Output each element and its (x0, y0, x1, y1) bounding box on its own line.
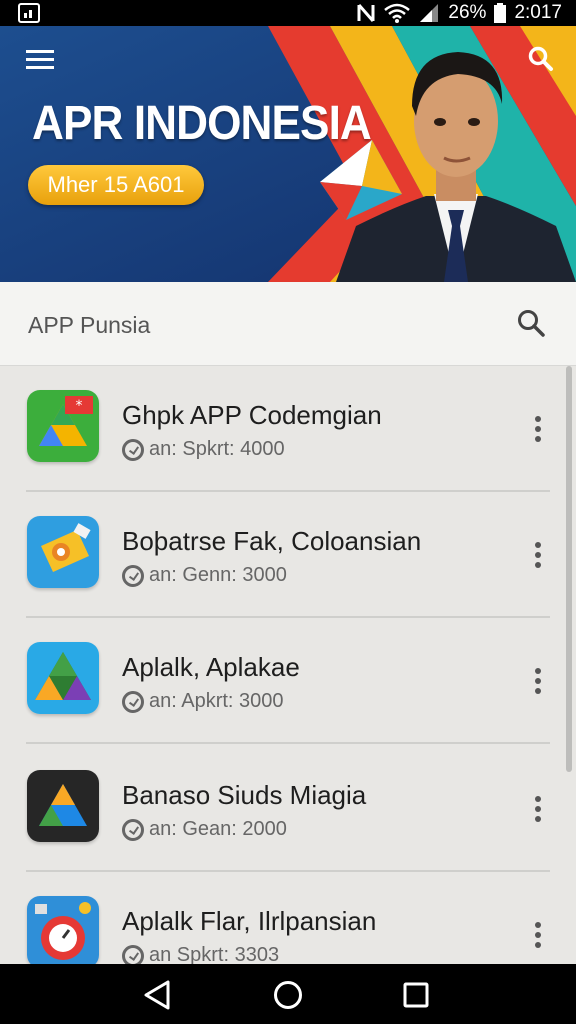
list-item[interactable]: * Ghpk APP Codemgian an: Spkrt: 4000 (0, 366, 576, 492)
clock-icon (122, 564, 144, 587)
nfc-icon (356, 3, 376, 23)
app-title: Ghpk APP Codemgian (122, 400, 382, 430)
more-options-icon[interactable] (532, 796, 544, 822)
hero-badge-button[interactable]: Mher 15 A601 (28, 165, 204, 205)
search-icon[interactable] (528, 46, 554, 77)
blue-tag-icon (27, 516, 99, 588)
more-options-icon[interactable] (532, 542, 544, 568)
clock-icon (122, 944, 144, 964)
more-options-icon[interactable] (532, 416, 544, 442)
red-clock-icon (27, 896, 99, 964)
app-meta: an: Gean: 2000 (149, 818, 287, 840)
app-meta: an: Spkrt: 4000 (149, 438, 285, 460)
list-item[interactable]: Aplalk Flar, Ilrlpansian an Spkrt: 3303 (0, 872, 576, 964)
clock-icon (122, 690, 144, 713)
navigation-bar (0, 964, 576, 1024)
recents-icon[interactable] (399, 978, 433, 1012)
home-icon[interactable] (271, 978, 305, 1012)
search-icon[interactable] (516, 308, 546, 343)
clock-time: 2:017 (514, 2, 562, 23)
wifi-icon (384, 3, 411, 23)
back-icon[interactable] (140, 978, 174, 1012)
status-bar: 26% 2:017 (0, 0, 576, 26)
list-item[interactable]: Aplalk, Aplakae an: Apkrt: 3000 (0, 618, 576, 744)
app-meta: an: Apkrt: 3000 (149, 690, 284, 712)
search-bar[interactable]: APP Punsia (0, 282, 576, 366)
clock-icon (122, 818, 144, 841)
list-item[interactable]: Banaso Siuds Miagia an: Gean: 2000 (0, 746, 576, 872)
svg-text:*: * (76, 398, 83, 414)
hero-title: APR INDONESIA (32, 97, 372, 150)
app-title: Aplalk Flar, Ilrlpansian (122, 906, 377, 936)
search-label: APP Punsia (28, 312, 151, 338)
divider (26, 742, 550, 744)
app-title: Boþatrse Fak, Coloansian (122, 526, 422, 556)
app-meta: an: Genn: 3000 (149, 564, 287, 586)
signal-icon (418, 3, 440, 23)
app-title: Banaso Siuds Miagia (122, 780, 367, 810)
hero-banner: APR INDONESIA Mher 15 A601 (0, 26, 576, 282)
drive-dark-icon (27, 770, 99, 842)
clock-icon (122, 438, 144, 461)
list-item[interactable]: Boþatrse Fak, Coloansian an: Genn: 3000 (0, 492, 576, 618)
menu-icon[interactable] (26, 48, 58, 76)
app-list[interactable]: * Ghpk APP Codemgian an: Spkrt: 4000 Boþ… (0, 366, 576, 964)
battery-percent: 26% (448, 2, 487, 23)
battery-icon (494, 3, 507, 23)
app-meta: an Spkrt: 3303 (149, 944, 280, 964)
more-options-icon[interactable] (532, 922, 544, 948)
more-options-icon[interactable] (532, 668, 544, 694)
drive-green-icon: * (27, 390, 99, 462)
screenshot-icon (18, 3, 40, 23)
app-title: Aplalk, Aplakae (122, 652, 300, 682)
drive-blue-icon (27, 642, 99, 714)
